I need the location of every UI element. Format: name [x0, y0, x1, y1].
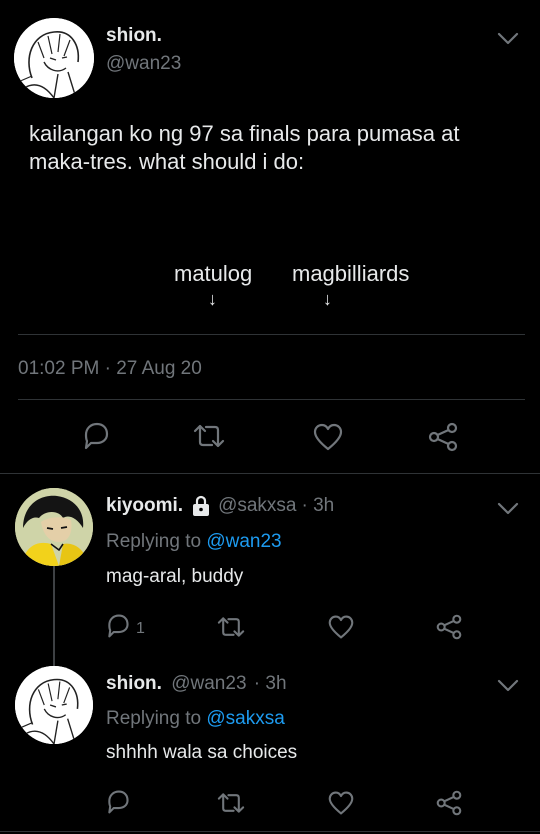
chevron-down-icon[interactable]: [497, 679, 519, 693]
thread-connector-line: [53, 566, 55, 666]
share-button[interactable]: [435, 790, 463, 816]
reply-icon: [108, 790, 129, 814]
reply-text: mag-aral, buddy: [106, 566, 244, 587]
avatar-shion[interactable]: [14, 18, 94, 98]
reply-icon: [84, 422, 109, 450]
replying-to: Replying to @wan23: [106, 531, 282, 553]
reply-button[interactable]: [80, 421, 112, 451]
choice-arrow: ↓: [323, 289, 332, 309]
reply-header: kiyoomi. @sakxsa · 3h: [106, 495, 334, 517]
lock-icon: [193, 495, 210, 516]
reply-button[interactable]: 1: [104, 613, 145, 639]
retweet-icon: [193, 424, 225, 448]
divider: [0, 473, 540, 474]
retweet-icon: [217, 617, 245, 637]
retweet-button[interactable]: [215, 614, 247, 640]
tweet-text-line2: maka-tres. what should i do:: [29, 149, 305, 174]
heart-icon: [328, 791, 354, 815]
retweet-button[interactable]: [191, 421, 227, 451]
author-handle[interactable]: @sakxsa: [218, 495, 296, 517]
replying-to-handle[interactable]: @wan23: [206, 531, 281, 552]
divider: [18, 334, 525, 335]
reply-time: · 3h: [253, 673, 287, 694]
share-icon: [436, 614, 462, 640]
author-handle[interactable]: @wan23: [171, 673, 246, 694]
reply-text: shhhh wala sa choices: [106, 742, 298, 763]
chevron-down-icon[interactable]: [497, 502, 519, 516]
tweet-text-line1: kailangan ko ng 97 sa finals para pumasa…: [29, 121, 460, 146]
divider: [0, 831, 540, 832]
avatar-illustration: [14, 18, 94, 98]
author-name[interactable]: shion.: [106, 673, 162, 694]
choice-label: matulog: [174, 261, 253, 286]
reply-icon: [108, 614, 129, 638]
choice-label: magbilliards: [292, 261, 410, 286]
author-name[interactable]: shion.: [106, 25, 162, 47]
divider: [18, 399, 525, 400]
reply-count: 1: [136, 620, 145, 637]
author-name[interactable]: kiyoomi.: [106, 495, 183, 517]
replying-to-prefix: Replying to: [106, 708, 202, 729]
heart-icon: [313, 423, 343, 451]
like-button[interactable]: [312, 422, 344, 452]
like-button[interactable]: [327, 790, 355, 816]
replying-to-handle[interactable]: @sakxsa: [206, 708, 284, 729]
replying-to: Replying to @sakxsa: [106, 708, 285, 730]
choice-arrow: ↓: [208, 289, 217, 309]
avatar-shion[interactable]: [15, 666, 93, 744]
tweet-timestamp[interactable]: 01:02 PM · 27 Aug 20: [18, 358, 202, 380]
chevron-down-icon[interactable]: [497, 32, 519, 46]
share-icon: [428, 422, 458, 452]
share-button[interactable]: [435, 614, 463, 640]
reply-time: · 3h: [301, 495, 335, 516]
like-button[interactable]: [327, 614, 355, 640]
replying-to-prefix: Replying to: [106, 531, 202, 552]
retweet-button[interactable]: [215, 790, 247, 816]
avatar-illustration: [15, 488, 93, 566]
avatar-illustration: [15, 666, 93, 744]
share-button[interactable]: [427, 422, 459, 452]
avatar-kiyoomi[interactable]: [15, 488, 93, 566]
heart-icon: [328, 615, 354, 639]
retweet-icon: [217, 793, 245, 813]
share-icon: [436, 790, 462, 816]
reply-header: shion. @wan23 · 3h: [106, 673, 287, 695]
author-handle[interactable]: @wan23: [106, 53, 181, 75]
reply-button[interactable]: [104, 789, 132, 815]
